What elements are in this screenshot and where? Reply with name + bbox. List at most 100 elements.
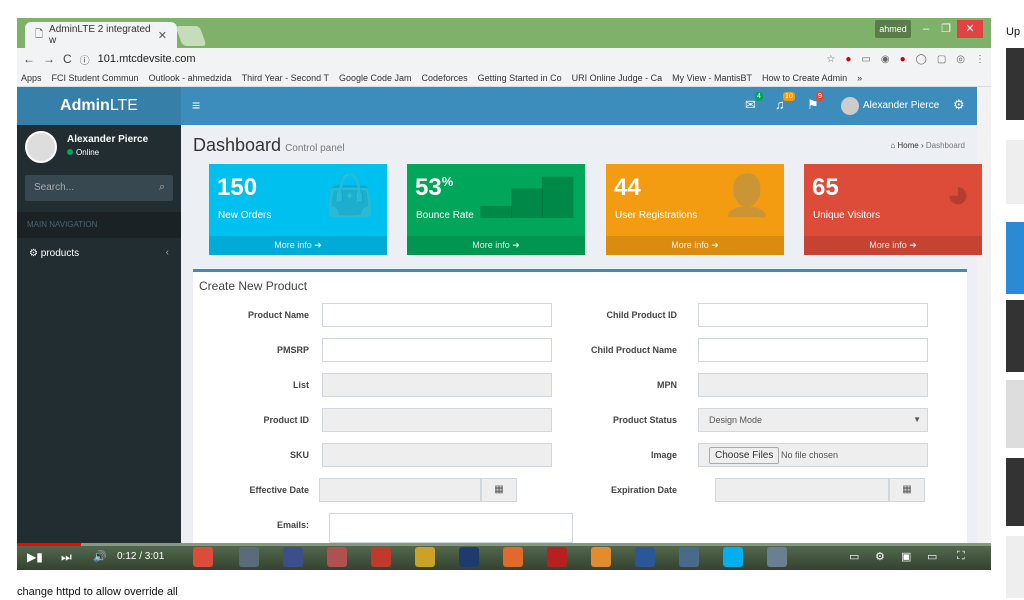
image-file-input[interactable]: Choose Files No file chosen — [698, 443, 928, 467]
bookmark-item[interactable]: My View - MantisBT — [672, 73, 752, 83]
theater-icon[interactable]: ▭ — [927, 550, 937, 563]
stat-label: New Orders — [218, 210, 272, 221]
bookmark-item[interactable]: Third Year - Second T — [242, 73, 329, 83]
close-tab-icon[interactable]: ✕ — [158, 29, 167, 42]
info-icon[interactable]: ⓘ — [80, 52, 90, 67]
search-placeholder: Search... — [34, 182, 75, 193]
video-title[interactable]: change httpd to allow override all — [17, 586, 178, 598]
breadcrumb-home[interactable]: Home — [897, 141, 918, 150]
stat-box-orders: 150 New Orders 👜 More info ➜ — [209, 164, 387, 255]
camera-icon[interactable]: ◎ — [956, 54, 965, 65]
app-icon — [591, 547, 611, 567]
forward-icon[interactable]: → — [43, 52, 55, 66]
effective-date-input[interactable] — [319, 478, 481, 502]
bookmark-item[interactable]: Google Code Jam — [339, 73, 412, 83]
extension-icon[interactable]: ◯ — [916, 54, 927, 65]
settings-icon[interactable]: ⚙ — [875, 550, 885, 563]
browser-tab[interactable]: 🗋 AdminLTE 2 integrated w ✕ — [25, 22, 177, 48]
menu-icon[interactable]: ⋮ — [975, 54, 985, 65]
choose-files-button[interactable]: Choose Files — [709, 447, 780, 464]
star-icon[interactable]: ☆ — [826, 54, 835, 65]
video-frame[interactable]: 🗋 AdminLTE 2 integrated w ✕ ahmed – ❐ ✕ … — [17, 18, 991, 570]
restore-icon[interactable]: ❐ — [937, 20, 955, 38]
more-info-link[interactable]: More info ➜ — [606, 236, 784, 255]
emails-input[interactable] — [329, 513, 573, 543]
video-thumbnail[interactable] — [1006, 458, 1024, 526]
product-id-input[interactable] — [322, 408, 552, 432]
more-info-link[interactable]: More info ➜ — [209, 236, 387, 255]
calendar-icon[interactable]: ▦ — [481, 478, 517, 502]
new-tab-button[interactable] — [175, 26, 207, 46]
video-thumbnail[interactable] — [1006, 222, 1024, 294]
pinterest-icon[interactable]: ● — [900, 54, 906, 65]
back-icon[interactable]: ← — [23, 52, 35, 66]
sidebar-search-input[interactable]: Search... ⌕ — [25, 175, 173, 201]
video-thumbnail[interactable] — [1006, 300, 1024, 372]
mail-badge: 4 — [755, 92, 763, 101]
create-product-panel: Create New Product Product Name PMSRP Li… — [193, 269, 967, 543]
search-icon[interactable]: ⌕ — [159, 181, 165, 194]
video-thumbnail[interactable] — [1006, 380, 1024, 448]
more-bookmarks-icon[interactable]: » — [857, 73, 862, 83]
bookmark-item[interactable]: FCI Student Commun — [52, 73, 139, 83]
video-thumbnail[interactable] — [1006, 140, 1024, 204]
stat-value: 150 — [217, 174, 258, 201]
bookmark-item[interactable]: URI Online Judge - Ca — [572, 73, 663, 83]
field-label: Expiration Date — [610, 485, 677, 495]
user-name[interactable]: Alexander Pierce — [863, 100, 939, 111]
logo[interactable]: AdminLTE — [17, 87, 181, 125]
user-plus-icon: 👤 — [722, 174, 772, 218]
play-icon[interactable]: ▶▮ — [27, 550, 43, 564]
miniplayer-icon[interactable]: ▣ — [901, 550, 911, 563]
volume-icon[interactable]: 🔊 — [93, 550, 107, 563]
bookmark-item[interactable]: How to Create Admin — [762, 73, 847, 83]
video-time: 0:12 / 3:01 — [117, 551, 165, 562]
sku-input[interactable] — [322, 443, 552, 467]
reload-icon[interactable]: C — [63, 52, 72, 66]
fullscreen-icon[interactable]: ⛶ — [957, 550, 965, 563]
video-progress[interactable] — [17, 543, 991, 546]
pmsrp-input[interactable] — [322, 338, 552, 362]
avatar[interactable] — [841, 97, 859, 115]
expiration-date-input[interactable] — [715, 478, 889, 502]
content-area: Dashboard Control panel ⌂ Home › Dashboar… — [181, 125, 982, 543]
subtitles-icon[interactable]: ▭ — [849, 550, 859, 563]
list-input[interactable] — [322, 373, 552, 397]
up-next-label: Up — [1006, 26, 1021, 38]
sidebar-item-products[interactable]: ⚙ products ‹ — [17, 238, 181, 268]
profile-badge[interactable]: ahmed — [875, 20, 911, 38]
product-status-select[interactable]: Design Mode ▼ — [698, 408, 928, 432]
mpn-input[interactable] — [698, 373, 928, 397]
extension-icon[interactable]: ▭ — [861, 54, 870, 65]
extension-icon[interactable]: ◉ — [881, 54, 890, 65]
bookmark-item[interactable]: Codeforces — [422, 73, 468, 83]
calendar-icon[interactable]: ▦ — [889, 478, 925, 502]
minimize-icon[interactable]: – — [917, 20, 935, 38]
bookmark-item[interactable]: Outlook - ahmedzida — [149, 73, 232, 83]
mail-icon[interactable]: ✉ — [745, 97, 756, 113]
extension-icon[interactable]: ▢ — [937, 54, 946, 65]
video-thumbnail[interactable] — [1006, 536, 1024, 598]
child-product-name-input[interactable] — [698, 338, 928, 362]
stat-box-registrations: 44 User Registrations 👤 More info ➜ — [606, 164, 784, 255]
bookmark-item[interactable]: Getting Started in Co — [478, 73, 562, 83]
url-field[interactable]: 101.mtcdevsite.com — [98, 53, 196, 65]
page-icon: 🗋 — [35, 28, 44, 40]
more-info-link[interactable]: More info ➜ — [804, 236, 982, 255]
next-icon[interactable]: ⏭ — [61, 550, 72, 565]
field-label: Effective Date — [249, 485, 309, 495]
more-info-link[interactable]: More info ➜ — [407, 236, 585, 255]
address-bar: ← → C ⓘ 101.mtcdevsite.com ☆ ● ▭ ◉ ● ◯ ▢… — [17, 48, 991, 70]
close-window-icon[interactable]: ✕ — [957, 20, 983, 38]
stat-label: Unique Visitors — [813, 210, 881, 221]
photoshop-icon — [459, 547, 479, 567]
product-name-input[interactable] — [322, 303, 552, 327]
nav-header: MAIN NAVIGATION — [17, 212, 181, 238]
sidebar-toggle-icon[interactable]: ≡ — [192, 97, 200, 113]
video-thumbnail[interactable] — [1006, 48, 1024, 120]
bookmark-apps[interactable]: Apps — [21, 73, 42, 83]
child-product-id-input[interactable] — [698, 303, 928, 327]
gears-icon[interactable]: ⚙ — [953, 97, 965, 113]
bell-badge: 10 — [783, 92, 795, 101]
adblock-icon[interactable]: ● — [845, 54, 851, 65]
